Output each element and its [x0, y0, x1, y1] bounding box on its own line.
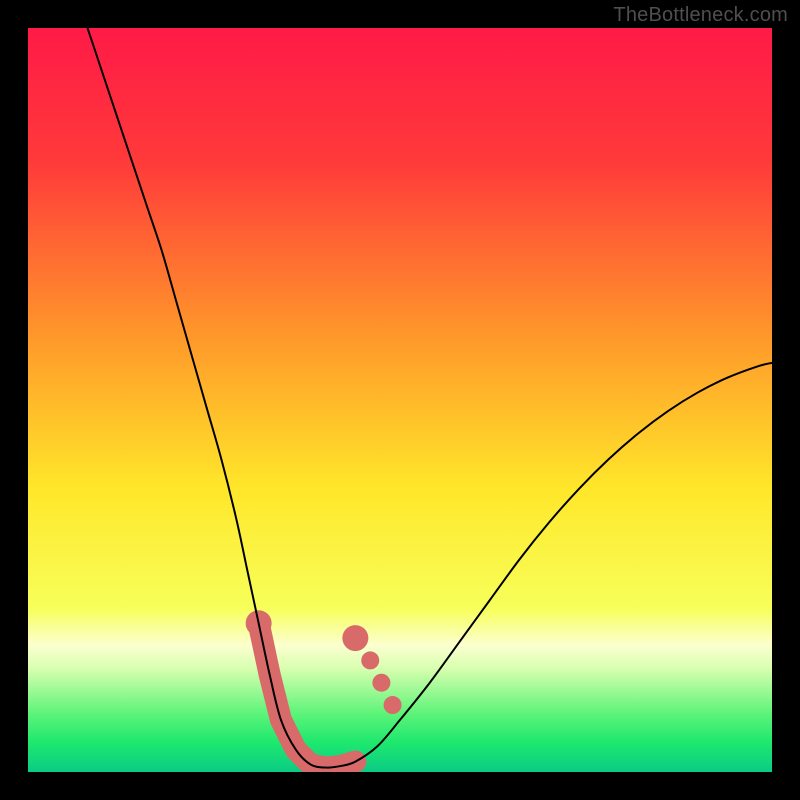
watermark-text: TheBottleneck.com	[613, 4, 788, 27]
highlight-dot	[372, 674, 390, 692]
outer-frame: TheBottleneck.com	[0, 0, 800, 800]
highlight-end-dot	[342, 625, 368, 651]
chart-svg	[28, 28, 772, 772]
plot-area	[28, 28, 772, 772]
highlight-dot	[384, 696, 402, 714]
highlight-dot	[361, 651, 379, 669]
gradient-background	[28, 28, 772, 772]
